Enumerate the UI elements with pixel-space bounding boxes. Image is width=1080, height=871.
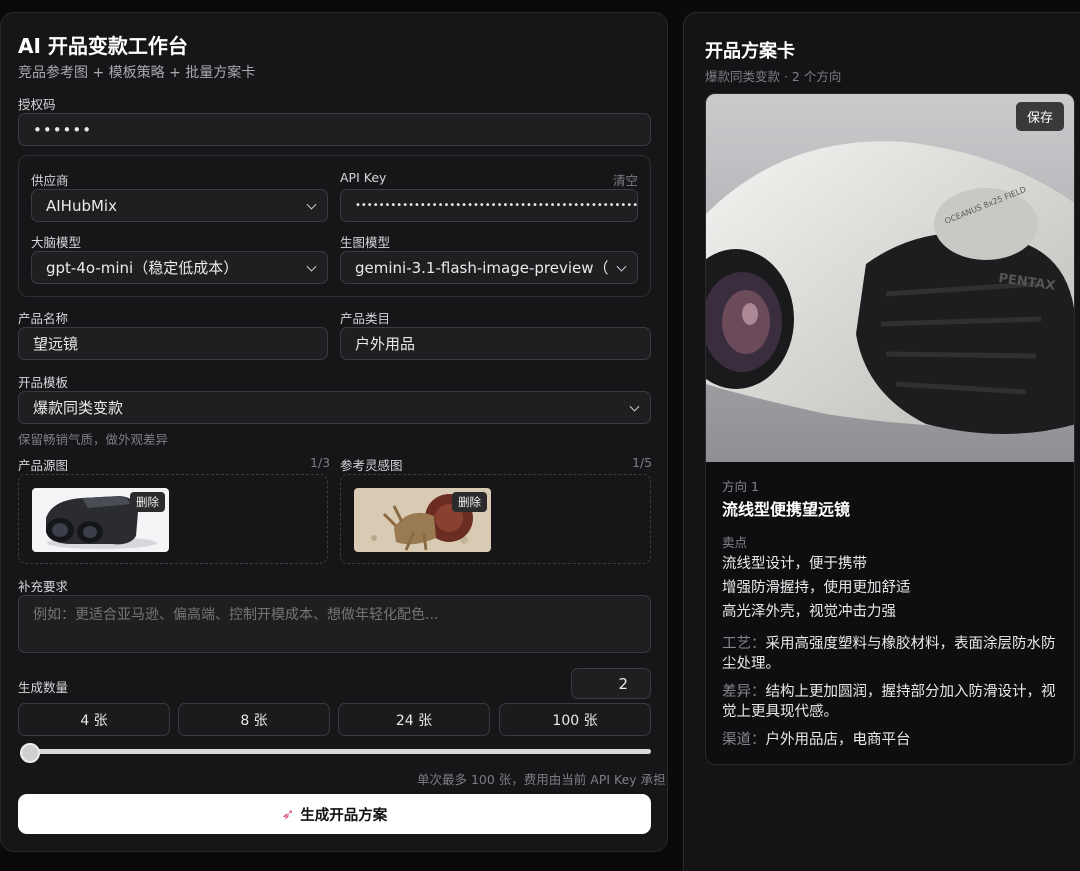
api-key-input[interactable]: ••••••••••••••••••••••••••••••••••••••••… (340, 189, 638, 222)
brain-model-value: gpt-4o-mini（稳定低成本） (46, 259, 239, 277)
inspiration-images-label: 参考灵感图 (340, 458, 403, 473)
provider-label: 供应商 (31, 173, 69, 188)
page-subtitle: 竞品参考图 + 模板策略 + 批量方案卡 (18, 65, 256, 81)
product-category-input[interactable]: 户外用品 (340, 327, 651, 360)
craft-label: 工艺： (722, 636, 766, 652)
auth-code-input[interactable]: •••••• (18, 113, 651, 146)
save-button[interactable]: 保存 (1015, 102, 1064, 131)
quantity-preset-8[interactable]: 8 张 (178, 703, 330, 736)
rocket-icon: ➶ (281, 805, 295, 823)
diff-section: 差异：结构上更加圆润，握持部分加入防滑设计，视觉上更具现代感。 (722, 682, 1062, 722)
quantity-preset-4[interactable]: 4 张 (18, 703, 170, 736)
provider-select[interactable]: AIHubMix (31, 189, 328, 222)
craft-text: 采用高强度塑料与橡胶材料，表面涂层防水防尘处理。 (722, 636, 1056, 672)
channel-text: 户外用品店，电商平台 (765, 732, 911, 748)
channel-section: 渠道：户外用品店，电商平台 (722, 730, 1062, 750)
inspiration-image-delete-button[interactable]: 删除 (452, 492, 487, 512)
image-model-label: 生图模型 (340, 235, 391, 250)
inspiration-images-count: 1/5 (632, 455, 653, 470)
direction-label: 方向 1 (722, 479, 759, 494)
template-value: 爆款同类变款 (33, 399, 124, 417)
brain-model-label: 大脑模型 (31, 235, 82, 250)
quantity-slider-handle[interactable] (20, 743, 40, 763)
quantity-preset-100[interactable]: 100 张 (499, 703, 651, 736)
quantity-slider[interactable] (22, 749, 651, 754)
source-image-delete-button[interactable]: 删除 (130, 492, 165, 512)
craft-section: 工艺：采用高强度塑料与橡胶材料，表面涂层防水防尘处理。 (722, 634, 1062, 674)
image-model-value: gemini-3.1-flash-image-preview（推荐 (355, 259, 609, 277)
generate-button-label: 生成开品方案 (300, 807, 388, 824)
product-name-input[interactable]: 望远镜 (18, 327, 328, 360)
quantity-input[interactable]: 2 (571, 668, 651, 699)
page-title: AI 开品变款工作台 (18, 34, 188, 58)
inspiration-image-thumbnail: 删除 (354, 488, 491, 552)
result-subtitle: 爆款同类变款 · 2 个方向 (705, 69, 842, 84)
generate-button[interactable]: ➶ 生成开品方案 (18, 794, 651, 834)
source-images-dropzone[interactable]: 删除 (18, 474, 328, 564)
plan-card: OCEANUS 8x25 FIELD PENTAX 保存 方向 1 流线型便携望… (705, 93, 1075, 765)
diff-text: 结构上更加圆润，握持部分加入防滑设计，视觉上更具现代感。 (722, 684, 1056, 720)
template-label: 开品模板 (18, 375, 69, 390)
quantity-label: 生成数量 (18, 680, 69, 695)
brain-model-select[interactable]: gpt-4o-mini（稳定低成本） (31, 251, 328, 284)
template-hint: 保留畅销气质，做外观差异 (18, 432, 169, 447)
product-name-label: 产品名称 (18, 311, 69, 326)
source-image-thumbnail: 删除 (32, 488, 169, 552)
selling-point-item: 增强防滑握持，使用更加舒适 (722, 580, 911, 596)
product-category-label: 产品类目 (340, 311, 391, 326)
inspiration-images-dropzone[interactable]: 删除 (340, 474, 651, 564)
requirements-textarea[interactable] (18, 595, 651, 653)
selling-points-label: 卖点 (722, 535, 748, 550)
quantity-note: 单次最多 100 张，费用由当前 API Key 承担 (417, 772, 666, 787)
result-title: 开品方案卡 (705, 41, 795, 62)
template-select[interactable]: 爆款同类变款 (18, 391, 651, 424)
image-model-select[interactable]: gemini-3.1-flash-image-preview（推荐 (340, 251, 638, 284)
selling-point-item: 高光泽外壳，视觉冲击力强 (722, 604, 896, 620)
quantity-preset-24[interactable]: 24 张 (338, 703, 490, 736)
channel-label: 渠道： (722, 732, 766, 748)
diff-label: 差异： (722, 684, 766, 700)
api-key-label: API Key (340, 170, 387, 185)
api-key-clear-button[interactable]: 清空 (613, 170, 638, 189)
direction-name: 流线型便携望远镜 (722, 500, 851, 519)
source-images-count: 1/3 (310, 455, 331, 470)
source-images-label: 产品源图 (18, 458, 69, 473)
requirements-label: 补充要求 (18, 579, 69, 594)
selling-point-item: 流线型设计，便于携带 (722, 556, 867, 572)
provider-value: AIHubMix (46, 196, 117, 215)
auth-code-label: 授权码 (18, 97, 56, 112)
product-render-image: OCEANUS 8x25 FIELD PENTAX (706, 94, 1074, 462)
